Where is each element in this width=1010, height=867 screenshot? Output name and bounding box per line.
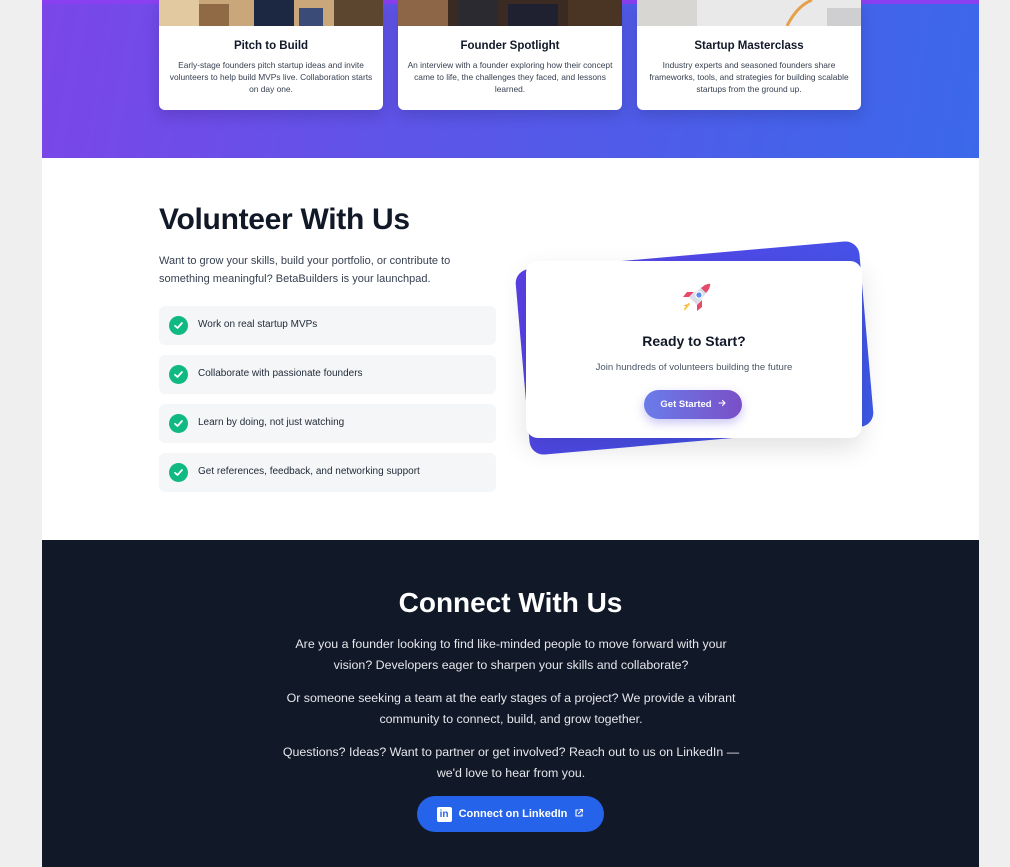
event-card-description: An interview with a founder exploring ho…	[407, 60, 613, 94]
arrow-right-icon	[718, 399, 726, 410]
benefit-item: Get references, feedback, and networking…	[159, 453, 496, 492]
event-card-title: Founder Spotlight	[460, 40, 560, 52]
event-card-image	[159, 0, 383, 26]
get-started-label: Get Started	[660, 399, 712, 410]
event-card-title: Startup Masterclass	[694, 40, 804, 52]
get-started-button[interactable]: Get Started	[644, 390, 742, 419]
event-card-title: Pitch to Build	[233, 40, 309, 52]
connect-paragraph: Or someone seeking a team at the early s…	[286, 691, 736, 726]
event-card-founder-spotlight[interactable]: Founder Spotlight An interview with a fo…	[398, 0, 622, 110]
external-link-icon	[574, 808, 584, 821]
event-card-image	[637, 0, 861, 26]
events-section: Pitch to Build Early-stage founders pitc…	[42, 0, 979, 158]
event-card-description: Industry experts and seasoned founders s…	[649, 60, 849, 94]
benefit-item: Learn by doing, not just watching	[159, 404, 496, 443]
connect-paragraph: Are you a founder looking to find like-m…	[295, 637, 727, 672]
connect-linkedin-button[interactable]: in Connect on LinkedIn	[417, 796, 604, 832]
connect-linkedin-label: Connect on LinkedIn	[458, 808, 568, 820]
cta-title: Ready to Start?	[642, 333, 746, 349]
volunteer-title: Volunteer With Us	[159, 203, 410, 236]
benefit-item: Work on real startup MVPs	[159, 306, 496, 345]
check-icon	[169, 414, 188, 433]
event-card-image	[398, 0, 622, 26]
event-card-description: Early-stage founders pitch startup ideas…	[169, 60, 373, 94]
benefit-text: Learn by doing, not just watching	[198, 417, 345, 428]
cta-subtitle: Join hundreds of volunteers building the…	[595, 362, 793, 373]
benefit-text: Collaborate with passionate founders	[198, 368, 363, 379]
cta-card: Ready to Start? Join hundreds of volunte…	[526, 261, 862, 438]
check-icon	[169, 365, 188, 384]
check-icon	[169, 316, 188, 335]
benefit-text: Work on real startup MVPs	[198, 319, 318, 330]
check-icon	[169, 463, 188, 482]
rocket-icon	[675, 279, 715, 319]
event-card-startup-masterclass[interactable]: Startup Masterclass Industry experts and…	[637, 0, 861, 110]
connect-title: Connect With Us	[398, 587, 623, 618]
page: Pitch to Build Early-stage founders pitc…	[42, 0, 979, 867]
benefit-text: Get references, feedback, and networking…	[198, 466, 420, 477]
connect-paragraph: Questions? Ideas? Want to partner or get…	[282, 745, 740, 780]
benefit-item: Collaborate with passionate founders	[159, 355, 496, 394]
connect-section: Connect With Us Are you a founder lookin…	[42, 540, 979, 867]
volunteer-description: Want to grow your skills, build your por…	[159, 255, 451, 285]
event-card-pitch-to-build[interactable]: Pitch to Build Early-stage founders pitc…	[159, 0, 383, 110]
linkedin-icon: in	[436, 806, 452, 822]
